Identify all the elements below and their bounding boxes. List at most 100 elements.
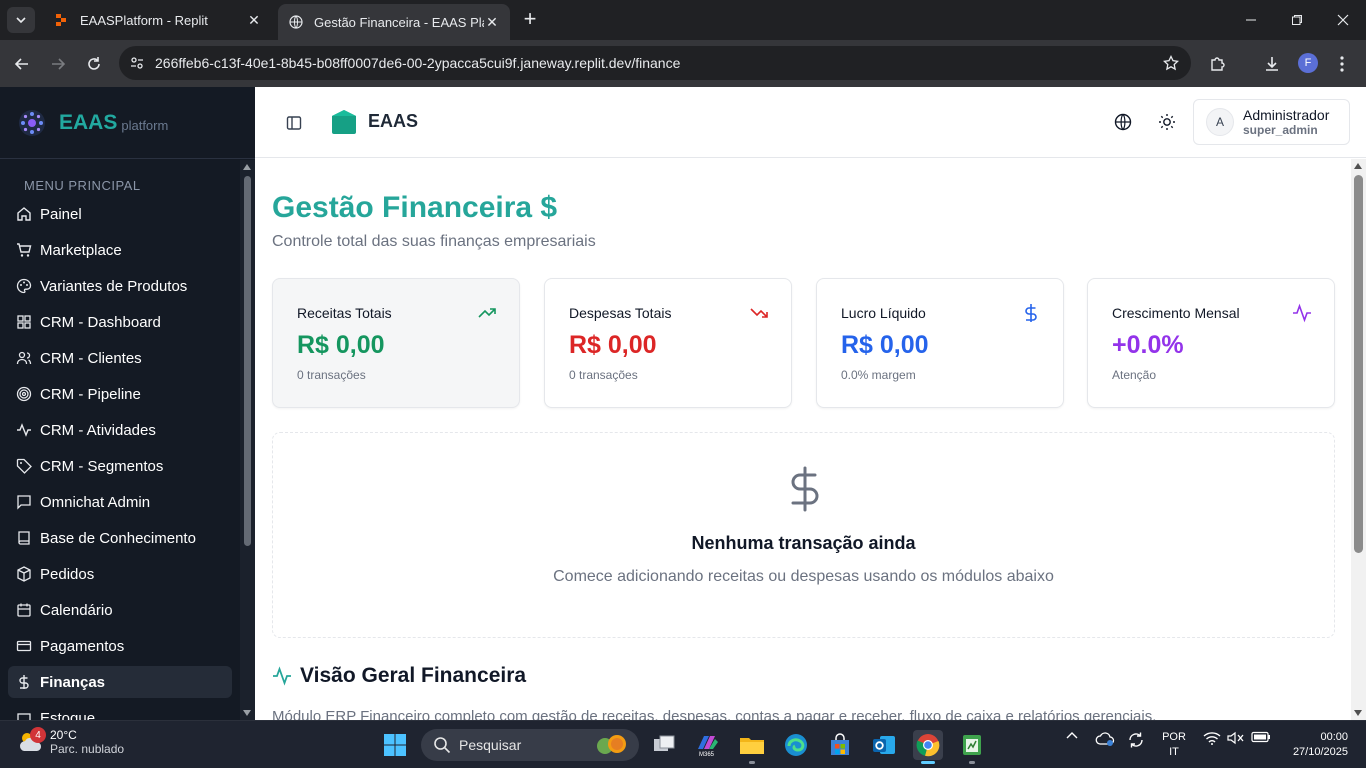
- tab-title: EAASPlatform - Replit: [80, 12, 208, 28]
- user-info: Administrador super_admin: [1243, 106, 1330, 137]
- card-value: R$ 0,00: [841, 331, 929, 359]
- profile-avatar[interactable]: F: [1298, 53, 1318, 73]
- card-value: R$ 0,00: [569, 331, 657, 359]
- card-receitas[interactable]: Receitas Totais R$ 0,00 0 transações: [272, 278, 520, 408]
- sidebar-scrollbar[interactable]: [240, 160, 255, 720]
- windows-start-button[interactable]: [383, 733, 407, 757]
- sidebar-item-calendario[interactable]: Calendário: [8, 594, 232, 626]
- volume-tray-icon[interactable]: [1226, 731, 1246, 745]
- card-lucro[interactable]: Lucro Líquido R$ 0,00 0.0% margem: [816, 278, 1064, 408]
- card-label: Receitas Totais: [297, 305, 392, 321]
- chrome-button[interactable]: [913, 730, 943, 764]
- sun-icon: [1159, 114, 1175, 130]
- scroll-down-arrow[interactable]: [1354, 710, 1362, 716]
- new-tab-button[interactable]: +: [518, 8, 542, 32]
- address-bar[interactable]: 266ffeb6-c13f-40e1-8b45-b08ff0007de6-00-…: [119, 46, 1191, 80]
- downloads-button[interactable]: [1258, 50, 1286, 78]
- store-button[interactable]: [825, 730, 855, 760]
- wifi-tray-icon[interactable]: [1202, 731, 1222, 745]
- sidebar-brand: EAAS: [59, 110, 118, 134]
- m365-app-button[interactable]: M365: [693, 730, 723, 760]
- show-hidden-icons-button[interactable]: [1064, 731, 1080, 739]
- bookmark-star-icon[interactable]: [1151, 55, 1191, 71]
- sidebar-item-pedidos[interactable]: Pedidos: [8, 558, 232, 590]
- sidebar-item-crm-segmentos[interactable]: CRM - Segmentos: [8, 450, 232, 482]
- main-scrollbar[interactable]: [1351, 159, 1366, 720]
- globe-icon: [1114, 113, 1132, 131]
- scroll-up-arrow[interactable]: [243, 164, 251, 170]
- reload-button[interactable]: [80, 50, 108, 78]
- outlook-button[interactable]: [869, 730, 899, 760]
- extensions-button[interactable]: [1204, 50, 1232, 78]
- sidebar-item-marketplace[interactable]: Marketplace: [8, 234, 232, 266]
- book-icon: [16, 530, 32, 546]
- sidebar-item-variantes[interactable]: Variantes de Produtos: [8, 270, 232, 302]
- folder-icon: [740, 738, 764, 754]
- user-menu-button[interactable]: A Administrador super_admin: [1193, 99, 1350, 145]
- tag-icon: [16, 458, 32, 474]
- weather-widget[interactable]: 4 20°C Parc. nublado: [16, 727, 124, 757]
- card-despesas[interactable]: Despesas Totais R$ 0,00 0 transações: [544, 278, 792, 408]
- tab-search-button[interactable]: [7, 7, 35, 33]
- sidebar-item-crm-clientes[interactable]: CRM - Clientes: [8, 342, 232, 374]
- scroll-thumb[interactable]: [244, 176, 251, 546]
- close-icon[interactable]: ✕: [246, 12, 262, 28]
- sidebar-item-base-conhecimento[interactable]: Base de Conhecimento: [8, 522, 232, 554]
- activity-icon: [16, 422, 32, 438]
- close-window-button[interactable]: [1320, 0, 1366, 40]
- sidebar-item-painel[interactable]: Painel: [8, 198, 232, 230]
- onedrive-tray-button[interactable]: [1094, 731, 1116, 747]
- taskbar-search[interactable]: Pesquisar: [421, 729, 639, 761]
- taskbar-clock[interactable]: 00:00 27/10/2025: [1280, 730, 1348, 760]
- restore-button[interactable]: [1274, 0, 1320, 40]
- sidebar-item-pagamentos[interactable]: Pagamentos: [8, 630, 232, 662]
- browser-menu-button[interactable]: [1328, 50, 1356, 78]
- browser-toolbar: 266ffeb6-c13f-40e1-8b45-b08ff0007de6-00-…: [0, 40, 1366, 87]
- cloud-icon: [1095, 732, 1115, 746]
- battery-tray-icon[interactable]: [1250, 731, 1272, 743]
- scroll-thumb[interactable]: [1354, 175, 1363, 553]
- tab-replit[interactable]: EAASPlatform - Replit ✕: [44, 4, 272, 36]
- running-indicator: [969, 761, 975, 764]
- close-icon[interactable]: ✕: [484, 14, 500, 30]
- site-info-icon[interactable]: [119, 55, 155, 71]
- file-explorer-button[interactable]: [737, 730, 767, 764]
- card-value: +0.0%: [1112, 331, 1184, 359]
- notepad-app-button[interactable]: [957, 730, 987, 764]
- sidebar-item-label: Estoque: [40, 709, 96, 721]
- input-language-indicator[interactable]: POR IT: [1160, 730, 1188, 760]
- sidebar-item-financas[interactable]: Finanças: [8, 666, 232, 698]
- sidebar-item-label: Variantes de Produtos: [40, 277, 188, 295]
- palette-icon: [16, 278, 32, 294]
- sidebar-item-omnichat[interactable]: Omnichat Admin: [8, 486, 232, 518]
- sidebar-item-estoque[interactable]: Estoque: [8, 702, 232, 720]
- task-view-button[interactable]: [649, 730, 679, 760]
- theme-toggle-button[interactable]: [1156, 111, 1178, 133]
- language-button[interactable]: [1112, 111, 1134, 133]
- sidebar-item-crm-dashboard[interactable]: CRM - Dashboard: [8, 306, 232, 338]
- edge-button[interactable]: [781, 730, 811, 760]
- outlook-icon: [873, 736, 895, 754]
- sidebar-item-crm-pipeline[interactable]: CRM - Pipeline: [8, 378, 232, 410]
- overview-title: Visão Geral Financeira: [300, 664, 527, 687]
- scroll-down-arrow[interactable]: [243, 710, 251, 716]
- sync-icon: [1129, 732, 1143, 748]
- store-icon: [831, 733, 849, 755]
- user-name: Administrador: [1243, 106, 1330, 123]
- sidebar: EAAS platform MENU PRINCIPAL Painel Mark…: [0, 87, 255, 720]
- url-text[interactable]: 266ffeb6-c13f-40e1-8b45-b08ff0007de6-00-…: [155, 55, 1151, 71]
- sync-tray-button[interactable]: [1126, 731, 1146, 749]
- search-placeholder: Pesquisar: [459, 737, 522, 753]
- scroll-up-arrow[interactable]: [1354, 163, 1362, 169]
- sidebar-item-label: Calendário: [40, 601, 113, 619]
- sidebar-item-label: CRM - Segmentos: [40, 457, 164, 475]
- card-crescimento[interactable]: Crescimento Mensal +0.0% Atenção: [1087, 278, 1335, 408]
- tab-finance[interactable]: Gestão Financeira - EAAS Platfo ✕: [278, 4, 510, 40]
- forward-button[interactable]: [44, 50, 72, 78]
- lang-line1: POR: [1162, 731, 1186, 743]
- sidebar-item-crm-atividades[interactable]: CRM - Atividades: [8, 414, 232, 446]
- minimize-button[interactable]: [1228, 0, 1274, 40]
- sidebar-toggle-button[interactable]: [283, 112, 305, 134]
- card-subtext: 0 transações: [297, 368, 366, 382]
- back-button[interactable]: [8, 50, 36, 78]
